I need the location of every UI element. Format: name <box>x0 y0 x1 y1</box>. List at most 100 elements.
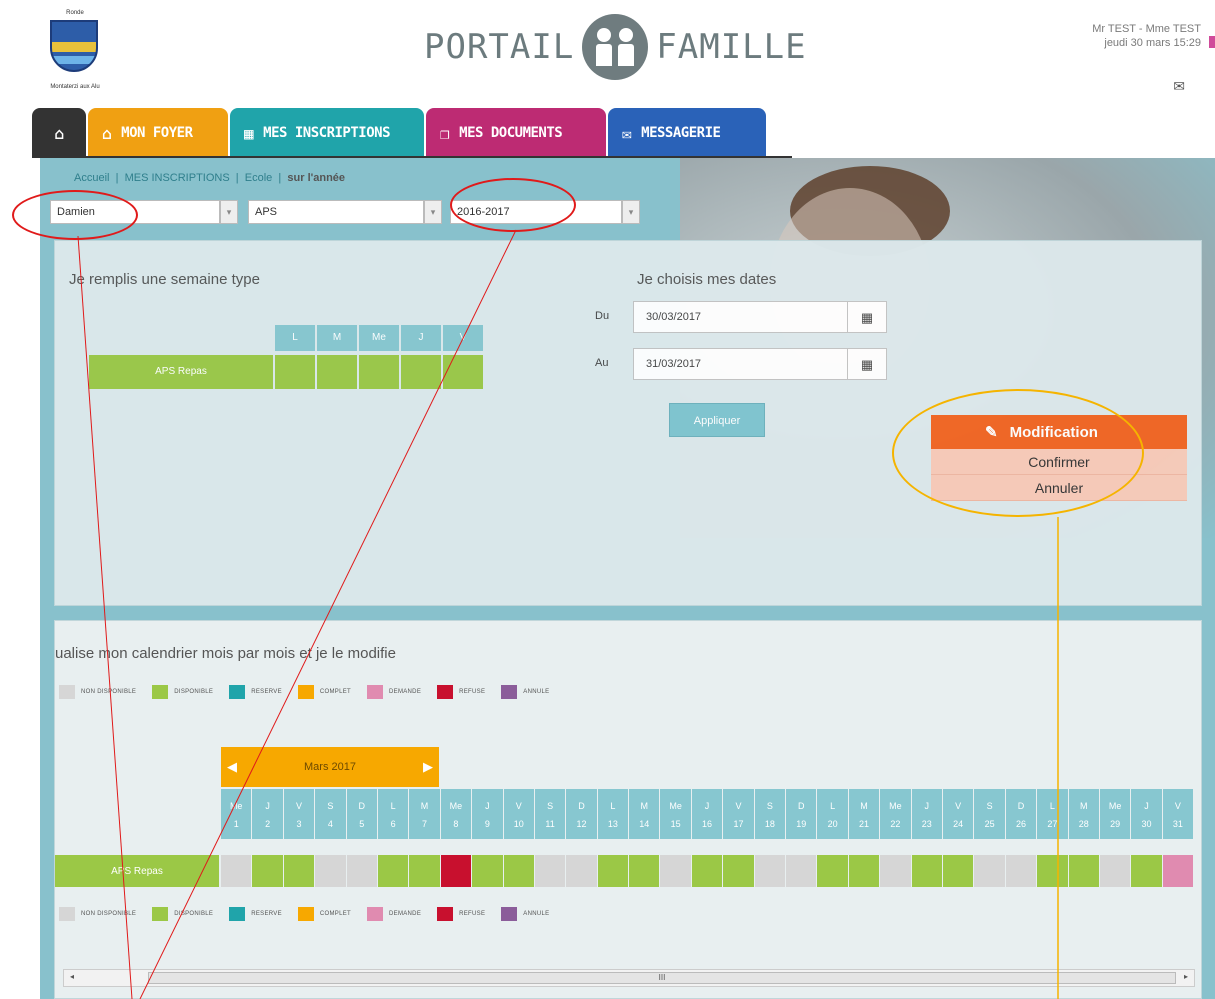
calendar-cell[interactable] <box>880 855 912 887</box>
day-number: 23 <box>921 819 932 829</box>
tab-mes-inscriptions[interactable]: ▦ MES INSCRIPTIONS <box>230 108 424 158</box>
breadcrumb-accueil[interactable]: Accueil <box>74 172 109 184</box>
day-header: J 16 <box>691 789 724 839</box>
legend-label: COMPLET <box>319 911 352 917</box>
day-number: 15 <box>670 819 681 829</box>
legend-swatch <box>229 685 246 699</box>
calendar-cell[interactable] <box>723 855 755 887</box>
calendar-cell[interactable] <box>377 855 410 887</box>
calendar-cell[interactable] <box>534 855 567 887</box>
edge-badge <box>1209 36 1215 48</box>
logo-top-text: Ronde <box>66 10 84 16</box>
to-date-input[interactable]: 31/03/2017 <box>633 348 849 380</box>
calendar-icon[interactable]: ▦ <box>847 301 887 333</box>
day-header: L 27 <box>1037 789 1069 839</box>
calendar-cell[interactable] <box>283 855 316 887</box>
day-name: J <box>485 801 490 811</box>
calendar-cell[interactable] <box>597 855 630 887</box>
day-header: Me 15 <box>660 789 692 839</box>
calendar-cell[interactable] <box>786 855 818 887</box>
calendar-cell[interactable] <box>1099 855 1132 887</box>
calendar-cell[interactable] <box>409 855 441 887</box>
calendar-cell[interactable] <box>817 855 849 887</box>
day-number: 2 <box>265 819 271 829</box>
week-cell[interactable] <box>359 355 401 389</box>
day-name: S <box>327 801 334 811</box>
week-cell[interactable] <box>401 355 443 389</box>
main-nav: ⌂ ⌂ MON FOYER ▦ MES INSCRIPTIONS ❐ MES DOCU… <box>32 108 768 158</box>
breadcrumb-inscriptions[interactable]: MES INSCRIPTIONS <box>125 172 230 184</box>
legend-label: REFUSE <box>459 689 486 695</box>
chevron-right-icon[interactable]: ▶ <box>423 759 433 775</box>
calendar-cell[interactable] <box>942 855 975 887</box>
day-headers: Me 1 J 2 V 3 S 4 D 5 L 6 M 7 Me 8 J 9 V 10 S 11 D 12 L 13 M 14 Me 15 J… <box>221 789 1195 839</box>
city-logo[interactable]: Ronde Montaterzi aux Alu <box>36 10 114 94</box>
day-number: 6 <box>390 819 396 829</box>
calendar-cell[interactable] <box>503 855 535 887</box>
legend-label: NON DISPONIBLE <box>81 911 137 917</box>
current-datetime: jeudi 30 mars 15:29 <box>1104 37 1201 49</box>
user-info: Mr TEST - Mme TEST jeudi 30 mars 15:29 <box>1031 22 1201 50</box>
day-header: L 13 <box>597 789 630 839</box>
calendar-cell[interactable] <box>440 855 473 887</box>
calendar-cell[interactable] <box>472 855 504 887</box>
week-cell[interactable] <box>443 355 485 389</box>
breadcrumb-ecole[interactable]: Ecole <box>245 172 273 184</box>
calendar-cell[interactable] <box>1005 855 1038 887</box>
calendar-cell[interactable] <box>1131 855 1163 887</box>
chevron-down-icon[interactable]: ▾ <box>220 200 238 224</box>
apply-button[interactable]: Appliquer <box>669 403 765 437</box>
tab-label: MESSAGERIE <box>641 125 721 141</box>
tab-home[interactable]: ⌂ <box>32 108 86 158</box>
day-name: Me <box>669 801 682 811</box>
calendar-cell[interactable] <box>1068 855 1100 887</box>
activity-select[interactable]: APS <box>248 200 424 224</box>
calendar-cell[interactable] <box>629 855 661 887</box>
legend-swatch <box>367 685 384 699</box>
day-header: J9 <box>472 789 504 839</box>
calendar-cell[interactable] <box>252 855 284 887</box>
calendar-cell[interactable] <box>1162 855 1195 887</box>
week-cell[interactable] <box>275 355 317 389</box>
portail-famille-logo: PORTAIL FAMILLE <box>424 12 806 82</box>
calendar-cell[interactable] <box>848 855 881 887</box>
legend-swatch <box>59 907 75 921</box>
day-number: 29 <box>1110 819 1121 829</box>
scroll-right-icon[interactable]: ▸ <box>1184 972 1188 981</box>
calendar-cell[interactable] <box>660 855 692 887</box>
calendar-cell[interactable] <box>1037 855 1069 887</box>
calendar-cell[interactable] <box>974 855 1006 887</box>
calendar-cell[interactable] <box>315 855 347 887</box>
from-date-input[interactable]: 30/03/2017 <box>633 301 849 333</box>
calendar-cell[interactable] <box>754 855 787 887</box>
envelope-icon[interactable]: ✉ <box>1173 78 1185 95</box>
calendar-cell[interactable] <box>566 855 598 887</box>
tab-mon-foyer[interactable]: ⌂ MON FOYER <box>88 108 228 158</box>
chevron-down-icon[interactable]: ▾ <box>622 200 640 224</box>
day-number: 20 <box>827 819 838 829</box>
horizontal-scrollbar[interactable]: ◂ III ▸ <box>63 969 1195 987</box>
week-row-label: APS Repas <box>89 355 273 389</box>
week-day-header: V <box>443 325 485 351</box>
legend-swatch <box>59 685 75 699</box>
calendar-cell[interactable] <box>691 855 724 887</box>
day-header: D 26 <box>1005 789 1038 839</box>
legend-bottom: NON DISPONIBLE DISPONIBLE RESERVE COMPLET DE… <box>59 907 559 921</box>
day-header: M 21 <box>848 789 881 839</box>
calendar-icon[interactable]: ▦ <box>847 348 887 380</box>
day-number: 22 <box>890 819 901 829</box>
chevron-down-icon[interactable]: ▾ <box>424 200 442 224</box>
calendar-cell[interactable] <box>346 855 378 887</box>
chevron-left-icon[interactable]: ◀ <box>227 759 237 775</box>
tab-mes-documents[interactable]: ❐ MES DOCUMENTS <box>426 108 606 158</box>
calendar-cell[interactable] <box>911 855 943 887</box>
tab-messagerie[interactable]: ✉ MESSAGERIE <box>608 108 766 158</box>
scroll-thumb[interactable]: III <box>148 972 1176 984</box>
week-cell[interactable] <box>317 355 359 389</box>
day-name: D <box>358 801 366 811</box>
scroll-left-icon[interactable]: ◂ <box>70 972 74 981</box>
user-name[interactable]: Mr TEST - Mme TEST <box>1031 22 1201 36</box>
day-name: J <box>704 801 710 811</box>
calendar-cell[interactable] <box>221 855 253 887</box>
day-name: L <box>830 801 836 811</box>
